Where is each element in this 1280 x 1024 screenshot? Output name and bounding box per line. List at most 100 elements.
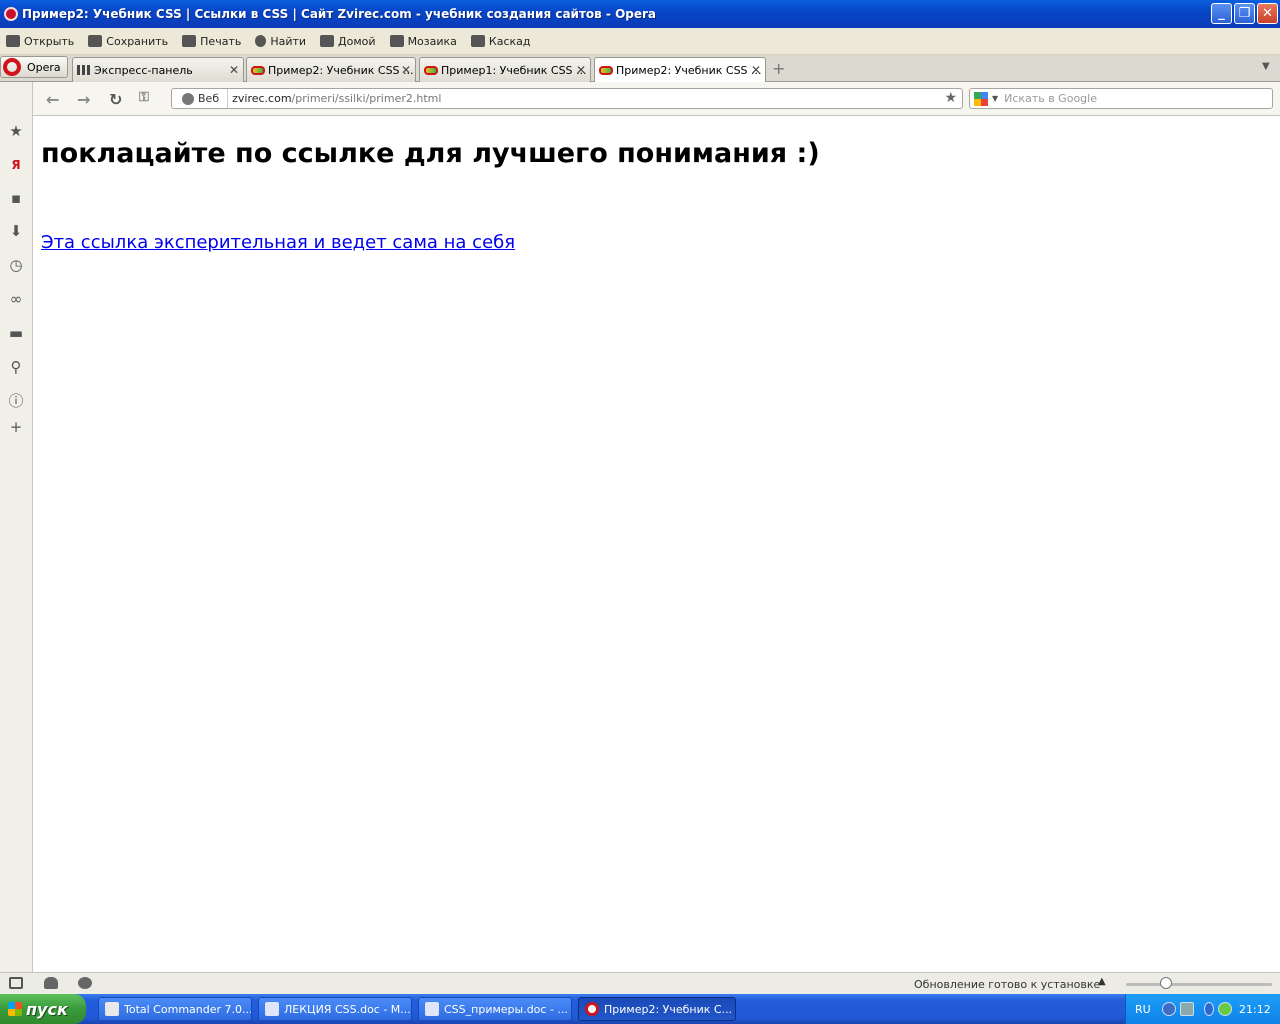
panel-toggle-icon[interactable] <box>9 977 23 989</box>
tile-label: Мозаика <box>407 34 457 48</box>
tab-label: Пример2: Учебник CSS ... <box>616 63 762 77</box>
home-icon <box>320 35 335 47</box>
word-doc-icon <box>425 1002 439 1016</box>
search-field[interactable]: ▼ Искать в Google <box>969 88 1273 109</box>
links-icon[interactable]: ∞ <box>8 291 24 307</box>
wand-key-icon[interactable]: ⚿ <box>139 90 149 105</box>
tab-bar: Opera Экспресс-панель ✕ Пример2: Учебник… <box>0 55 1280 82</box>
url-path: /primeri/ssilki/primer2.html <box>291 92 442 105</box>
find-button[interactable]: Найти <box>255 35 306 48</box>
opera-menu-label: Opera <box>27 60 61 74</box>
tile-button[interactable]: Мозаика <box>389 34 457 48</box>
windows-panel-icon[interactable]: ▬ <box>8 325 24 341</box>
forward-arrow-icon[interactable]: → <box>77 90 90 109</box>
tab-speed-dial[interactable]: Экспресс-панель ✕ <box>72 57 244 82</box>
turbo-icon[interactable] <box>78 977 92 989</box>
info-icon[interactable]: ⓘ <box>8 393 24 409</box>
downloads-icon[interactable]: ⬇ <box>8 223 24 239</box>
history-clock-icon[interactable]: ◷ <box>8 257 24 273</box>
home-button[interactable]: Домой <box>320 35 376 48</box>
close-tab-icon[interactable]: ✕ <box>751 63 761 77</box>
windows-logo-icon <box>8 1002 22 1016</box>
search-panel-icon[interactable]: ⚲ <box>8 359 24 375</box>
bookmark-star-icon[interactable]: ★ <box>944 90 957 106</box>
show-hidden-icons-chevron-icon[interactable] <box>1162 1002 1176 1016</box>
url-host: zvirec.com <box>232 92 292 105</box>
close-tab-icon[interactable]: ✕ <box>401 63 411 77</box>
task-total-commander[interactable]: Total Commander 7.0... <box>98 997 252 1021</box>
close-tab-icon[interactable]: ✕ <box>576 63 586 77</box>
task-word-examples[interactable]: CSS_примеры.doc - ... <box>418 997 572 1021</box>
status-bar: Обновление готово к установке ▲ <box>0 972 1280 994</box>
network-icon[interactable] <box>1180 1002 1194 1016</box>
site-favicon-icon <box>424 65 438 75</box>
start-label: пуск <box>26 999 68 1019</box>
close-button[interactable]: ✕ <box>1257 3 1278 24</box>
skype-icon[interactable] <box>1204 1002 1214 1016</box>
google-icon <box>974 91 988 106</box>
task-label: CSS_примеры.doc - ... <box>444 1002 568 1016</box>
language-indicator[interactable]: RU <box>1135 1003 1151 1016</box>
tile-icon <box>389 35 404 47</box>
word-doc-icon <box>265 1002 279 1016</box>
search-engine-chevron-icon[interactable]: ▼ <box>992 94 998 103</box>
tab-label: Пример2: Учебник CSS ... <box>268 63 414 77</box>
save-button[interactable]: Сохранить <box>88 35 168 48</box>
zoom-slider-handle[interactable] <box>1160 977 1172 989</box>
opera-icon <box>585 1002 599 1016</box>
opera-unite-icon[interactable] <box>44 977 58 989</box>
add-panel-icon[interactable]: + <box>8 419 24 435</box>
speed-dial-icon <box>77 65 91 75</box>
new-tab-icon[interactable]: + <box>772 59 785 78</box>
zoom-slider[interactable] <box>1126 983 1272 986</box>
antivirus-icon[interactable] <box>1218 1002 1232 1016</box>
side-panel: ★ Я ▪ ⬇ ◷ ∞ ▬ ⚲ ⓘ + <box>0 82 33 972</box>
update-arrow-icon[interactable]: ▲ <box>1098 976 1106 987</box>
toolbar: Открыть Сохранить Печать Найти Домой Моз… <box>0 28 1280 55</box>
update-status-text[interactable]: Обновление готово к установке <box>914 978 1100 991</box>
close-tab-icon[interactable]: ✕ <box>229 63 239 77</box>
site-favicon-icon <box>251 65 265 75</box>
restore-button[interactable]: ❐ <box>1234 3 1255 24</box>
address-field[interactable]: Веб zvirec.com/primeri/ssilki/primer2.ht… <box>171 88 963 109</box>
cascade-label: Каскад <box>488 34 531 48</box>
task-opera[interactable]: Пример2: Учебник С... <box>578 997 736 1021</box>
print-button[interactable]: Печать <box>182 35 241 48</box>
folder-icon <box>6 35 20 47</box>
opera-menu-button[interactable]: Opera <box>0 56 68 78</box>
cascade-button[interactable]: Каскад <box>470 34 531 48</box>
open-label: Открыть <box>24 34 75 48</box>
notes-icon[interactable]: ▪ <box>8 190 24 206</box>
open-button[interactable]: Открыть <box>6 35 74 48</box>
task-label: ЛЕКЦИЯ CSS.doc - M... <box>284 1002 411 1016</box>
find-label: Найти <box>270 34 307 48</box>
opera-icon <box>4 7 18 21</box>
task-label: Total Commander 7.0... <box>124 1002 252 1016</box>
self-link[interactable]: Эта ссылка эксперительная и ведет сама н… <box>41 232 515 253</box>
save-icon <box>88 35 103 47</box>
tab-primer1[interactable]: Пример1: Учебник CSS ... ✕ <box>419 57 591 82</box>
security-zone-badge[interactable]: Веб <box>172 89 229 108</box>
magnifier-icon <box>255 35 267 47</box>
zone-label: Веб <box>198 92 220 105</box>
system-tray: RU 21:12 <box>1125 994 1280 1024</box>
start-button[interactable]: пуск <box>0 994 86 1024</box>
tab-primer2[interactable]: Пример2: Учебник CSS ... ✕ <box>246 57 416 82</box>
print-label: Печать <box>200 34 242 48</box>
window-title: Пример2: Учебник CSS | Ссылки в CSS | Са… <box>22 7 657 21</box>
address-toolbar: ← → ↻ ⚿ Веб zvirec.com/primeri/ssilki/pr… <box>33 82 1280 116</box>
globe-icon <box>182 92 194 105</box>
yandex-icon[interactable]: Я <box>8 157 24 173</box>
tab-list-chevron-icon[interactable]: ▼ <box>1262 61 1270 72</box>
reload-icon[interactable]: ↻ <box>109 90 122 109</box>
bookmarks-star-icon[interactable]: ★ <box>8 123 24 139</box>
task-word-lecture[interactable]: ЛЕКЦИЯ CSS.doc - M... <box>258 997 412 1021</box>
tab-primer2-active[interactable]: Пример2: Учебник CSS ... ✕ <box>594 57 766 82</box>
clock: 21:12 <box>1239 1003 1271 1016</box>
site-favicon-icon <box>599 65 613 75</box>
back-arrow-icon[interactable]: ← <box>46 90 59 109</box>
taskbar: пуск Total Commander 7.0... ЛЕКЦИЯ CSS.d… <box>0 994 1280 1024</box>
search-placeholder: Искать в Google <box>1004 92 1097 105</box>
save-label: Сохранить <box>106 34 169 48</box>
minimize-button[interactable]: _ <box>1211 3 1232 24</box>
